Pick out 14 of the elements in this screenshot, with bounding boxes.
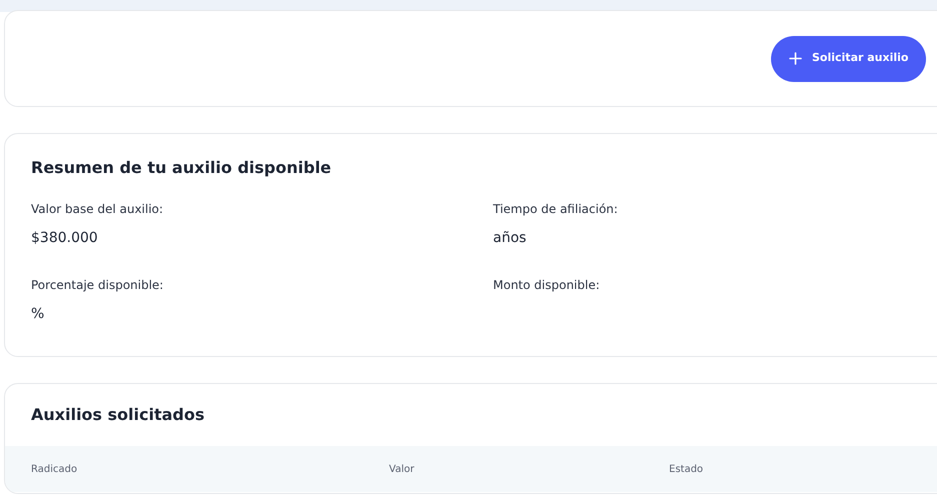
field-value: años [493, 229, 528, 248]
column-header: Radicado [31, 462, 78, 476]
field-label: Valor base del auxilio: [31, 201, 164, 218]
field-label: Porcentaje disponible: [31, 277, 164, 294]
column-header: Estado [669, 462, 704, 476]
card-title: Resumen de tu auxilio disponible [31, 157, 332, 179]
request-button[interactable]: Solicitar auxilio [771, 36, 926, 82]
field-value: $380.000 [31, 229, 99, 248]
field-label: Monto disponible: [493, 277, 601, 294]
field-value: % [31, 305, 46, 324]
plus-icon [789, 52, 802, 65]
column-header: Valor [389, 462, 416, 476]
field-label: Tiempo de afiliación: [493, 201, 619, 218]
card-title: Auxilios solicitados [30, 404, 206, 426]
